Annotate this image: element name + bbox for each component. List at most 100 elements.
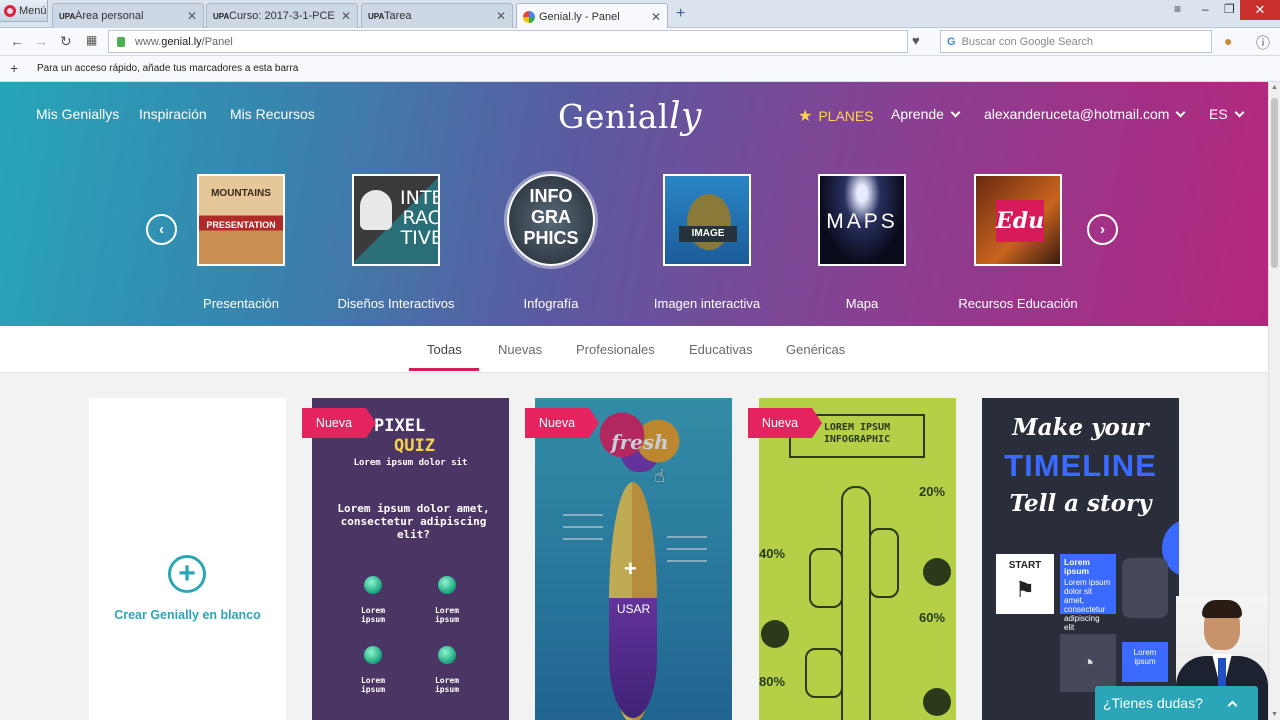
- tab-title: Curso: 2017-3-1-PCE300-...: [229, 10, 335, 22]
- start-box: START ⚑: [996, 554, 1054, 614]
- aprende-label: Aprende: [891, 106, 944, 122]
- category-disenos-interactivos[interactable]: INTE RAC TIVE Diseños Interactivos: [316, 174, 476, 311]
- bookmark-heart-icon[interactable]: ♥: [912, 33, 920, 48]
- cactus-arm: [869, 528, 899, 598]
- presenter-hair: [1202, 600, 1242, 618]
- search-input[interactable]: G Buscar con Google Search: [940, 30, 1212, 53]
- cactus-image: [841, 486, 871, 720]
- new-badge: Nueva: [525, 408, 599, 438]
- create-blank-label: Crear Genially en blanco: [114, 608, 261, 622]
- speed-dial-icon[interactable]: ▦: [86, 33, 97, 47]
- chevron-down-icon: [1175, 107, 1186, 118]
- tab-title: Tarea: [384, 10, 412, 22]
- scrollbar-thumb[interactable]: [1271, 98, 1278, 268]
- help-chat-button[interactable]: ¿Tienes dudas?: [1095, 686, 1258, 720]
- gem-icon: [364, 576, 382, 594]
- presentation-thumbnail: MOUNTAINS PRESENTATION: [197, 174, 285, 266]
- category-infografia[interactable]: INFO GRA PHICS Infografía: [471, 174, 631, 311]
- gem-icon: [364, 646, 382, 664]
- account-dropdown[interactable]: alexanderuceta@hotmail.com: [984, 106, 1186, 122]
- tab-genericas[interactable]: Genéricas: [786, 342, 845, 357]
- category-presentacion[interactable]: MOUNTAINS PRESENTATION Presentación: [161, 174, 321, 311]
- logo-main: Genial: [558, 97, 669, 136]
- reload-icon[interactable]: ↻: [60, 33, 72, 50]
- card-title: Tell a story: [1009, 490, 1152, 517]
- restore-icon[interactable]: ❐: [1224, 2, 1235, 16]
- hand-cursor-icon: ☝: [654, 466, 665, 486]
- scroll-up-icon[interactable]: ▲: [1271, 84, 1278, 91]
- secure-lock-icon: [117, 36, 125, 47]
- nav-mis-recursos[interactable]: Mis Recursos: [230, 106, 315, 122]
- template-card-fresh[interactable]: fresh + USAR: [535, 398, 732, 720]
- card-subtitle: Lorem ipsum dolor sit: [353, 458, 468, 468]
- tab-profesionales[interactable]: Profesionales: [576, 342, 655, 357]
- category-label: Mapa: [845, 296, 879, 311]
- language-dropdown[interactable]: ES: [1209, 106, 1245, 122]
- thumb-text: Edu: [996, 200, 1044, 242]
- thumb-text: IMAGE: [679, 226, 737, 242]
- tab-curso[interactable]: UPA Curso: 2017-3-1-PCE300-... ✕: [206, 3, 358, 28]
- plus-icon[interactable]: +: [624, 556, 637, 582]
- new-tab-icon[interactable]: +: [676, 5, 685, 23]
- upa-favicon-icon: UPA: [59, 11, 76, 21]
- search-placeholder: Buscar con Google Search: [961, 35, 1094, 48]
- browser-address-bar: ← → ↻ ▦ www. genial.ly/Panel ♥ G Buscar c…: [0, 28, 1280, 56]
- category-mapa[interactable]: MAPS Mapa: [782, 174, 942, 311]
- plus-circle-icon: +: [168, 555, 206, 593]
- aprende-dropdown[interactable]: Aprende: [891, 106, 961, 122]
- percent-label: 60%: [919, 610, 946, 625]
- thumb-text: PRESENTATION: [206, 220, 276, 230]
- maps-thumbnail: MAPS: [818, 174, 906, 266]
- genially-logo[interactable]: Genially: [558, 96, 702, 137]
- chevron-down-icon: [950, 107, 961, 118]
- usar-button[interactable]: USAR: [535, 602, 732, 616]
- tab-menu-icon[interactable]: ≡: [1174, 2, 1181, 16]
- forward-icon[interactable]: →: [34, 33, 48, 49]
- close-tab-icon[interactable]: ✕: [651, 10, 661, 24]
- category-imagen-interactiva[interactable]: IMAGE Imagen interactiva: [627, 174, 787, 311]
- page-scrollbar[interactable]: ▲ ▼: [1268, 82, 1280, 720]
- browser-menu-button[interactable]: Menú: [0, 0, 48, 22]
- tab-area-personal[interactable]: UPA Área personal ✕: [52, 3, 204, 28]
- language-label: ES: [1209, 106, 1228, 122]
- bookmarks-bar: + Para un acceso rápido, añade tus marca…: [0, 56, 1280, 82]
- category-recursos-educacion[interactable]: Edu Recursos Educación: [938, 174, 1098, 311]
- star-icon: ★: [798, 108, 813, 125]
- template-card-timeline[interactable]: Make your TIMELINE Tell a story START ⚑ …: [982, 398, 1179, 720]
- cookie-icon[interactable]: ●: [1224, 33, 1232, 49]
- url-input[interactable]: www. genial.ly/Panel: [108, 30, 908, 53]
- tab-nuevas[interactable]: Nuevas: [498, 342, 542, 357]
- google-g-icon: [523, 10, 535, 23]
- google-g-icon: G: [947, 35, 956, 48]
- template-card-pixel-quiz[interactable]: PIXEL QUIZ Lorem ipsum dolor sit Lorem i…: [312, 398, 509, 720]
- scroll-down-icon[interactable]: ▼: [1271, 711, 1278, 718]
- filter-tabs: Todas Nuevas Profesionales Educativas Ge…: [0, 326, 1268, 373]
- leaf-icon: [923, 688, 951, 716]
- nav-mis-geniallys[interactable]: Mis Geniallys: [36, 106, 119, 122]
- minimize-icon[interactable]: –: [1202, 2, 1209, 16]
- thumb-text: MAPS: [826, 210, 898, 233]
- browser-tab-bar: Menú UPA Área personal ✕ UPA Curso: 2017…: [0, 0, 1280, 29]
- info-icon[interactable]: ⓘ: [1256, 33, 1270, 53]
- category-label: Diseños Interactivos: [337, 296, 455, 311]
- add-bookmark-icon[interactable]: +: [10, 60, 18, 76]
- infographic-thumbnail: INFO GRA PHICS: [507, 174, 595, 266]
- category-label: Recursos Educación: [958, 296, 1078, 311]
- planes-link[interactable]: ★ PLANES: [798, 106, 874, 126]
- option-label: Lorem ipsum: [360, 676, 386, 694]
- close-tab-icon[interactable]: ✕: [187, 9, 197, 23]
- tab-genially-panel[interactable]: Genial.ly - Panel ✕: [516, 3, 668, 29]
- template-card-cactus-infographic[interactable]: LOREM IPSUM INFOGRAPHIC 20% 40% 60% 80%: [759, 398, 956, 720]
- tab-todas[interactable]: Todas: [427, 342, 462, 357]
- back-icon[interactable]: ←: [10, 33, 24, 49]
- create-blank-card[interactable]: + Crear Genially en blanco: [89, 398, 286, 720]
- nav-inspiracion[interactable]: Inspiración: [139, 106, 207, 122]
- tab-educativas[interactable]: Educativas: [689, 342, 753, 357]
- category-label: Imagen interactiva: [653, 296, 761, 311]
- close-tab-icon[interactable]: ✕: [496, 9, 506, 23]
- close-window-icon[interactable]: ✕: [1240, 0, 1280, 20]
- close-tab-icon[interactable]: ✕: [341, 9, 351, 23]
- hero-header: Mis Geniallys Inspiración Mis Recursos G…: [0, 82, 1268, 326]
- opera-logo-icon: [4, 4, 16, 17]
- tab-tarea[interactable]: UPA Tarea ✕: [361, 3, 513, 28]
